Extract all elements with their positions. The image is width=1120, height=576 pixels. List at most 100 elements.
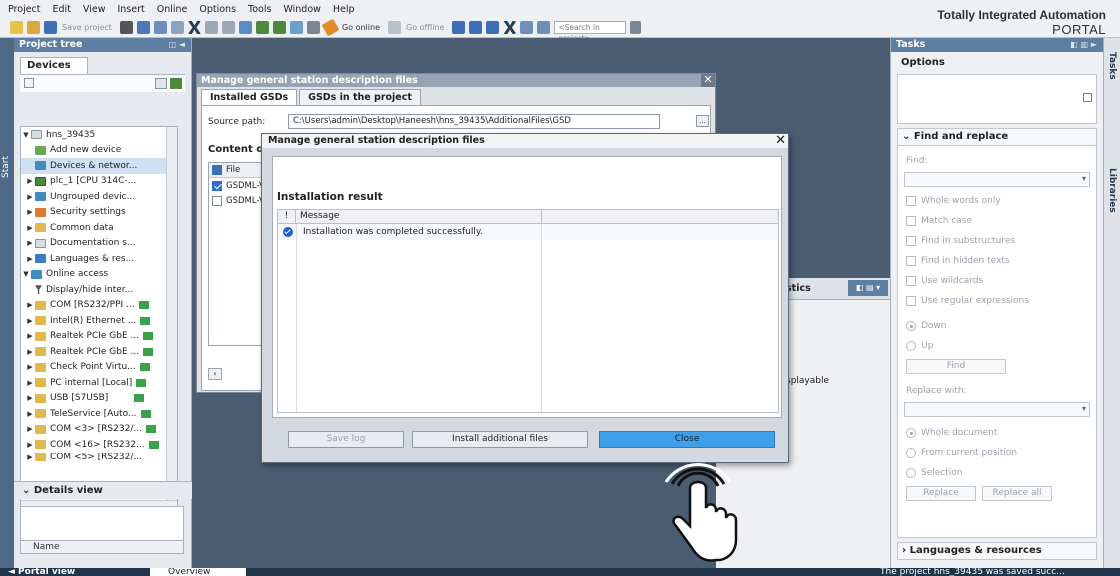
menu-edit[interactable]: Edit — [53, 4, 71, 15]
overview-grid-icon[interactable] — [24, 78, 34, 88]
tab-installed-gsds[interactable]: Installed GSDs — [201, 89, 298, 105]
tree-item-common-data[interactable]: ▶ Common data — [21, 220, 177, 236]
tree-item-teleservice[interactable]: ▶ TeleService [Auto... — [21, 406, 177, 422]
menu-view[interactable]: View — [83, 4, 106, 15]
close-icon[interactable]: ✕ — [701, 74, 715, 87]
tab-gsds-in-project[interactable]: GSDs in the project — [299, 89, 421, 105]
portal-view-button[interactable]: ◄ Portal view — [8, 568, 75, 576]
go-offline-button[interactable]: Go offline — [406, 23, 444, 32]
menu-tools[interactable]: Tools — [248, 4, 271, 15]
project-search-input[interactable]: <Search in project> — [554, 21, 627, 43]
flag-column-header[interactable]: ! — [278, 210, 296, 223]
split-vertical-icon[interactable] — [537, 21, 551, 34]
install-additional-files-button[interactable]: Install additional files — [412, 431, 588, 448]
connect-icon[interactable] — [170, 78, 182, 89]
open-project-icon[interactable] — [27, 21, 40, 34]
tree-item-com3[interactable]: ▶ COM <3> [RS232/... — [21, 422, 177, 438]
go-offline-icon[interactable] — [388, 21, 401, 34]
find-hidden-texts-checkbox[interactable]: Find in hidden texts — [906, 256, 1010, 266]
cross-reference-icon[interactable] — [503, 21, 517, 34]
tree-item-realtek-1[interactable]: ▶ Realtek PCIe GbE ... — [21, 329, 177, 345]
side-tab-tasks[interactable]: Tasks — [1107, 52, 1117, 80]
details-view-header[interactable]: ⌄ Details view — [14, 481, 192, 499]
menu-insert[interactable]: Insert — [117, 4, 144, 15]
source-path-field[interactable]: C:\Users\admin\Desktop\Haneesh\hns_39435… — [288, 114, 660, 129]
selection-radio[interactable]: Selection — [906, 468, 962, 478]
tree-item-pc-internal[interactable]: ▶ PC internal [Local] — [21, 375, 177, 391]
close-icon[interactable]: ✕ — [775, 134, 786, 147]
menu-help[interactable]: Help — [333, 4, 355, 15]
find-input[interactable] — [904, 172, 1090, 187]
cut-icon[interactable] — [136, 21, 150, 34]
panel-controls-icon[interactable]: ◧ ▤ ▾ — [848, 280, 888, 296]
use-wildcards-checkbox[interactable]: Use wildcards — [906, 276, 983, 286]
go-online-button[interactable]: Go online — [342, 23, 380, 32]
gsd-file-row[interactable]: GSDML-V — [209, 178, 267, 193]
tree-item-ungrouped[interactable]: ▶ Ungrouped devic... — [21, 189, 177, 205]
tree-item-com16[interactable]: ▶ COM <16> [RS232... — [21, 437, 177, 453]
whole-document-radio[interactable]: Whole document — [906, 428, 997, 438]
gsd-file-row[interactable]: GSDML-V — [209, 193, 267, 208]
replace-input[interactable] — [904, 402, 1090, 417]
close-button[interactable]: Close — [599, 431, 775, 448]
start-cpu-icon[interactable] — [469, 21, 483, 34]
search-icon[interactable] — [630, 21, 642, 34]
find-button[interactable]: Find — [906, 359, 1006, 374]
tree-item-realtek-2[interactable]: ▶ Realtek PCIe GbE ... — [21, 344, 177, 360]
copy-icon[interactable] — [153, 21, 167, 34]
browse-button[interactable]: ... — [696, 115, 709, 127]
menu-online[interactable]: Online — [157, 4, 188, 15]
file-checkbox[interactable] — [212, 195, 222, 206]
tree-item-usb[interactable]: ▶ USB [S7USB] — [21, 391, 177, 407]
tree-vertical-scrollbar[interactable] — [166, 127, 177, 511]
tree-item-devices-networks[interactable]: Devices & networ... — [21, 158, 177, 174]
tree-item-intel-ethernet[interactable]: ▶ Intel(R) Ethernet ... — [21, 313, 177, 329]
name-column-header[interactable]: Name — [20, 540, 184, 554]
tree-item-add-device[interactable]: Add new device — [21, 143, 177, 159]
undo-icon[interactable] — [204, 21, 218, 34]
languages-resources-header[interactable]: › Languages & resources — [897, 542, 1097, 560]
replace-all-button[interactable]: Replace all — [982, 486, 1052, 501]
save-icon[interactable] — [44, 21, 57, 34]
collapse-panel-icon[interactable]: ◫ ◄ — [169, 38, 186, 52]
message-row[interactable]: Installation was completed successfully. — [278, 224, 778, 240]
whole-words-checkbox[interactable]: Whole words only — [906, 196, 1001, 206]
overview-tab[interactable]: Overview — [150, 568, 246, 576]
file-column-header[interactable]: File — [209, 163, 267, 178]
tree-item-security[interactable]: ▶ Security settings — [21, 205, 177, 221]
tree-item-languages[interactable]: ▶ Languages & res... — [21, 251, 177, 267]
delete-icon[interactable] — [187, 21, 201, 34]
go-online-icon[interactable] — [321, 18, 340, 37]
compile-icon[interactable] — [238, 21, 252, 34]
upload-icon[interactable] — [272, 21, 286, 34]
paste-icon[interactable] — [170, 21, 184, 34]
split-horizontal-icon[interactable] — [520, 21, 534, 34]
tree-item-project[interactable]: ▼ hns_39435 — [21, 127, 177, 143]
use-regex-checkbox[interactable]: Use regular expressions — [906, 296, 1029, 306]
tree-item-online-access[interactable]: ▼ Online access — [21, 267, 177, 283]
stop-icon[interactable] — [306, 21, 320, 34]
menu-options[interactable]: Options — [199, 4, 236, 15]
match-case-checkbox[interactable]: Match case — [906, 216, 972, 226]
message-column-header[interactable]: Message — [296, 210, 542, 223]
replace-button[interactable]: Replace — [906, 486, 976, 501]
tree-item-documentation[interactable]: ▶ Documentation s... — [21, 236, 177, 252]
tree-view-icon[interactable] — [155, 78, 167, 89]
select-all-checkbox[interactable] — [212, 165, 222, 175]
panel-controls-icon[interactable]: ◧ ▥ ► — [1070, 38, 1097, 52]
new-project-icon[interactable] — [10, 21, 23, 34]
redo-icon[interactable] — [221, 21, 235, 34]
from-current-position-radio[interactable]: From current position — [906, 448, 1017, 458]
save-log-button[interactable]: Save log — [288, 431, 404, 448]
direction-down-radio[interactable]: Down — [906, 321, 947, 331]
tree-item-com5[interactable]: ▶ COM <5> [RS232/... — [21, 452, 177, 461]
download-icon[interactable] — [255, 21, 269, 34]
menu-project[interactable]: Project — [8, 4, 41, 15]
find-substructures-checkbox[interactable]: Find in substructures — [906, 236, 1015, 246]
scroll-left-icon[interactable]: ‹ — [208, 368, 222, 380]
tree-item-display-hide[interactable]: Display/hide inter... — [21, 282, 177, 298]
side-tab-libraries[interactable]: Libraries — [1107, 168, 1117, 213]
stop-cpu-icon[interactable] — [486, 21, 500, 34]
print-icon[interactable] — [119, 21, 133, 34]
start-strip[interactable]: Start — [0, 38, 14, 568]
